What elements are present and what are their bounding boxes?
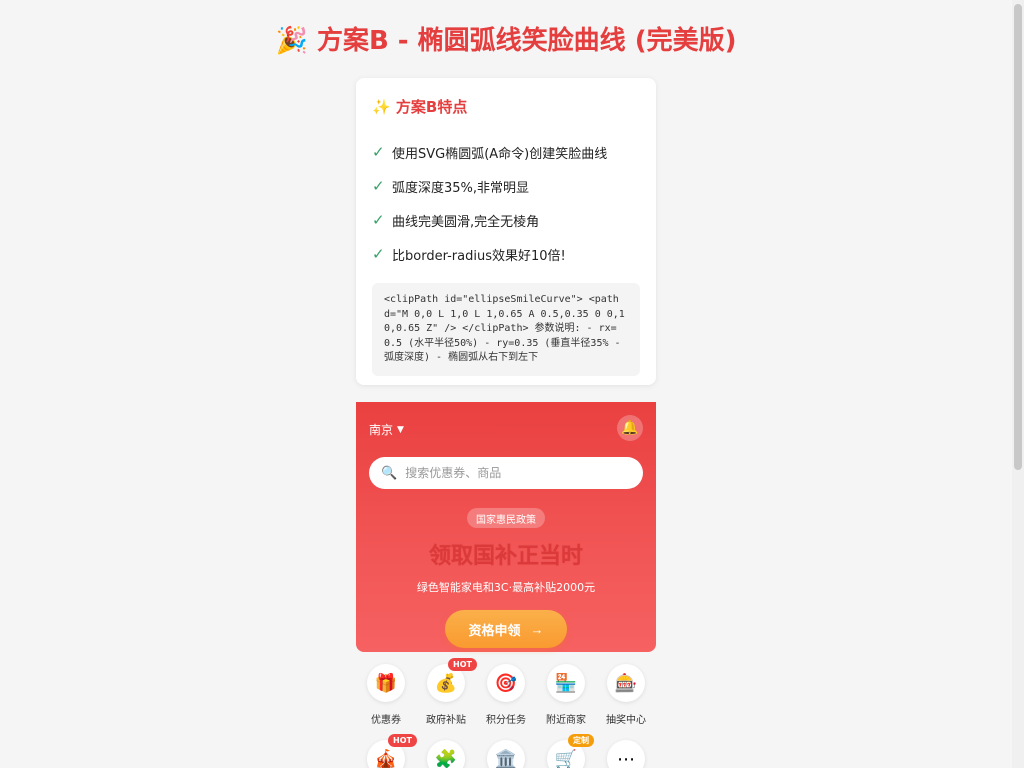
bell-icon[interactable]: 🔔 (617, 415, 643, 441)
code-snippet: <clipPath id="ellipseSmileCurve"> <path … (372, 283, 640, 376)
grid-item[interactable]: 🧩 (416, 740, 476, 768)
chevron-down-icon: ▼ (397, 424, 404, 435)
grid-item[interactable]: 🏛️ (476, 740, 536, 768)
grid-item-icon: 🎯 (487, 664, 525, 702)
features-card: ✨ 方案B特点 ✓ 使用SVG椭圆弧(A命令)创建笑脸曲线 ✓ 弧度深度35%,… (356, 78, 656, 385)
check-icon: ✓ (372, 245, 385, 263)
grid-item-label: 政府补贴 (426, 715, 466, 726)
grid-item[interactable]: 🏪 附近商家 (536, 664, 596, 726)
feature-item: ✓ 曲线完美圆滑,完全无棱角 (372, 203, 640, 237)
scrollbar[interactable] (1012, 0, 1024, 768)
grid-item-icon: 🎰 (607, 664, 645, 702)
apply-button[interactable]: 资格申领 → (445, 610, 567, 648)
grid-item[interactable]: 🎁 优惠券 (356, 664, 416, 726)
grid-item-badge: 定制 (568, 734, 594, 747)
grid-item-badge: HOT (388, 734, 417, 747)
search-bar[interactable]: 🔍 (369, 457, 643, 489)
grid-item[interactable]: 🛒 定制 (536, 734, 596, 768)
grid-item[interactable]: ⋯ (596, 740, 656, 768)
hero-title: 领取国补正当时 (428, 544, 583, 569)
feature-text: 曲线完美圆滑,完全无棱角 (392, 214, 540, 230)
grid-item[interactable]: 🎪 HOT (356, 734, 417, 768)
feature-grid: 🎁 优惠券 💰 HOT 政府补贴 🎯 积分任务 🏪 附近商家 🎰 抽奖中心 🎪 HOT 🧩 🏛️ 🛒 定制 ⋯ (356, 658, 656, 768)
grid-item-label: 优惠券 (371, 715, 401, 726)
apply-button-label: 资格申领 (468, 622, 521, 638)
feature-text: 比border-radius效果好10倍! (392, 248, 566, 264)
grid-item-label: 附近商家 (546, 715, 586, 726)
city-selector[interactable]: 南京 ▼ (369, 421, 404, 438)
grid-item-icon: 🏛️ (487, 740, 525, 768)
grid-item[interactable]: 🎯 积分任务 (476, 664, 536, 726)
grid-item-icon: 🏪 (547, 664, 585, 702)
grid-item-label: 抽奖中心 (606, 715, 646, 726)
feature-item: ✓ 弧度深度35%,非常明显 (372, 169, 640, 203)
grid-item[interactable]: 🎰 抽奖中心 (596, 664, 656, 726)
scrollbar-thumb[interactable] (1014, 4, 1022, 470)
card-title: ✨ 方案B特点 (372, 98, 468, 116)
city-name: 南京 (369, 423, 394, 437)
page-title: 🎉 方案B - 椭圆弧线笑脸曲线 (完美版) (275, 26, 737, 56)
search-input[interactable] (405, 466, 626, 480)
hero-subtitle: 绿色智能家电和3C·最高补贴2000元 (416, 581, 596, 594)
hero-banner: 南京 ▼ 🔔 🔍 国家惠民政策 领取国补正当时 绿色智能家电和3C·最高补贴20… (356, 402, 656, 652)
check-icon: ✓ (372, 143, 385, 161)
feature-text: 使用SVG椭圆弧(A命令)创建笑脸曲线 (392, 146, 608, 162)
check-icon: ✓ (372, 211, 385, 229)
search-icon: 🔍 (381, 465, 398, 481)
feature-item: ✓ 比border-radius效果好10倍! (372, 237, 640, 271)
policy-tag: 国家惠民政策 (467, 508, 545, 528)
grid-item-label: 积分任务 (486, 715, 526, 726)
app-preview: 南京 ▼ 🔔 🔍 国家惠民政策 领取国补正当时 绿色智能家电和3C·最高补贴20… (356, 402, 656, 768)
feature-item: ✓ 使用SVG椭圆弧(A命令)创建笑脸曲线 (372, 135, 640, 169)
grid-item[interactable]: 💰 HOT 政府补贴 (416, 658, 477, 726)
check-icon: ✓ (372, 177, 385, 195)
grid-item-icon: 🎁 (367, 664, 405, 702)
feature-text: 弧度深度35%,非常明显 (392, 180, 530, 196)
grid-item-badge: HOT (448, 658, 477, 671)
arrow-right-icon: → (530, 621, 544, 637)
grid-item-icon: 🧩 (427, 740, 465, 768)
grid-item-icon: ⋯ (607, 740, 645, 768)
